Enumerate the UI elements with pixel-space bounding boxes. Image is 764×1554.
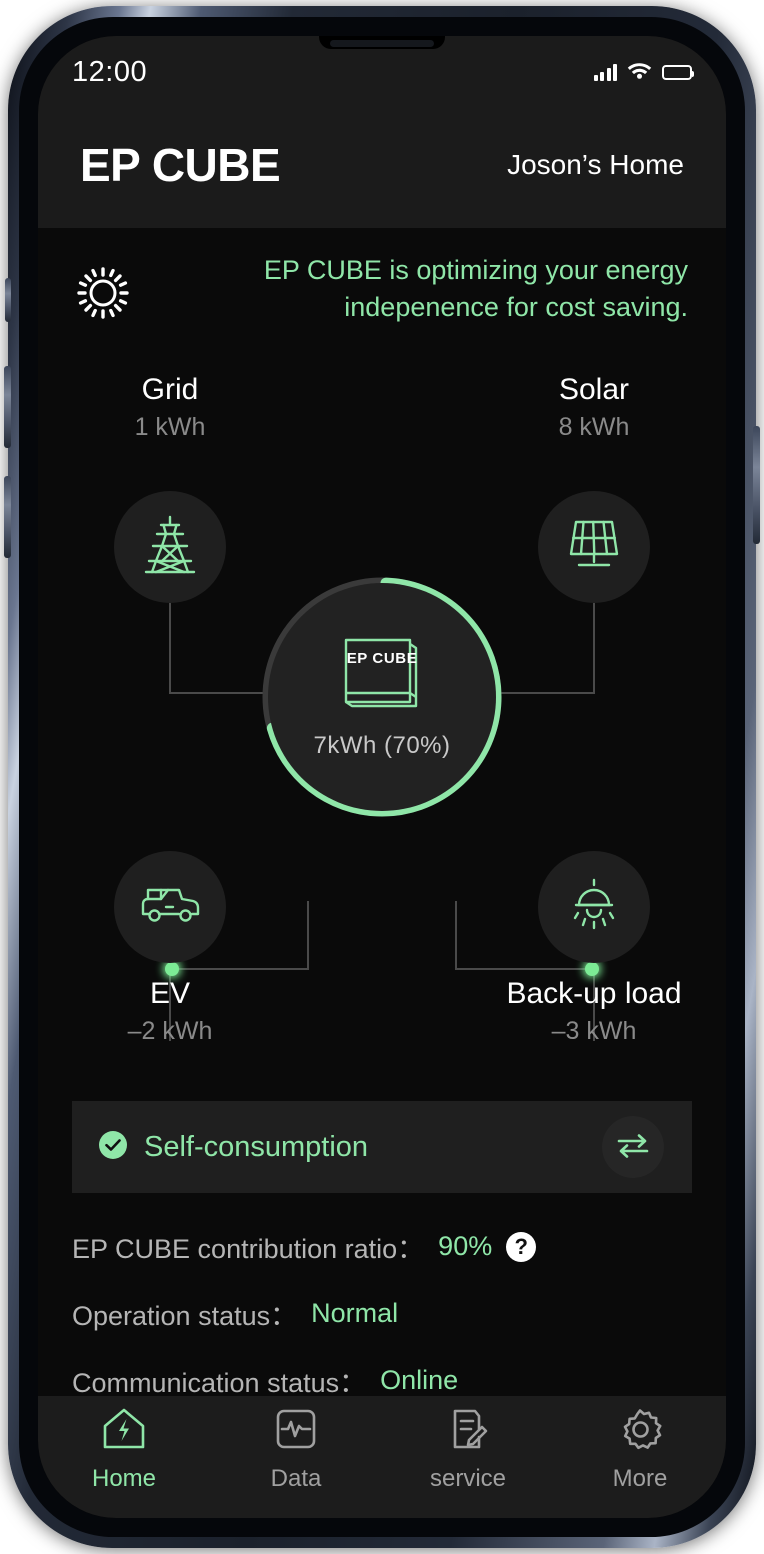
- node-title-solar: Solar: [558, 373, 630, 406]
- tab-label-service: service: [429, 1465, 507, 1492]
- flow-node-solar[interactable]: [538, 491, 650, 603]
- mode-bar-left: Self-consumption: [98, 1130, 368, 1165]
- tab-service[interactable]: service: [382, 1396, 554, 1518]
- volume-down-button[interactable]: [4, 476, 11, 558]
- tab-data[interactable]: Data: [210, 1396, 382, 1518]
- status-label-operation-status: Operation status：: [72, 1301, 298, 1331]
- node-title-grid: Grid: [141, 373, 199, 406]
- node-value-grid: 1 kWh: [134, 413, 206, 441]
- status-message-row: EP CUBE is optimizing your energy indepe…: [38, 228, 726, 329]
- energy-flow-diagram: Grid 1 kWh Solar 8 kWh EV –2 kWh Back-up…: [38, 341, 726, 1101]
- mute-switch-button[interactable]: [5, 278, 11, 322]
- app-header: EP CUBE Joson’s Home: [38, 102, 726, 228]
- bottom-tab-bar: Home Data service More: [38, 1396, 726, 1518]
- status-label-communication-status: Communication status：: [72, 1368, 367, 1396]
- node-label-solar: Solar 8 kWh: [474, 373, 714, 442]
- mode-switch-button[interactable]: [602, 1116, 664, 1178]
- home-name-selector[interactable]: Joson’s Home: [507, 149, 684, 181]
- battery-capacity-text: 7kWh (70%): [313, 732, 451, 759]
- node-value-solar: 8 kWh: [558, 413, 630, 441]
- pulse-chart-icon: [274, 1407, 318, 1456]
- tab-more[interactable]: More: [554, 1396, 726, 1518]
- status-bar-icons: [593, 54, 694, 84]
- document-edit-icon: [446, 1407, 490, 1456]
- earpiece-speaker: [330, 40, 434, 47]
- battery-inner-disc: EP CUBE 7kWh (70%): [268, 583, 496, 811]
- car-icon: [137, 882, 203, 933]
- node-title-ev: EV: [149, 977, 191, 1010]
- cube-brand-label: EP CUBE: [346, 650, 418, 667]
- lamp-icon: [565, 876, 623, 939]
- status-list: EP CUBE contribution ratio： 90% ? Operat…: [38, 1193, 726, 1396]
- node-value-backup-load: –3 kWh: [551, 1017, 637, 1045]
- volume-up-button[interactable]: [4, 366, 11, 448]
- swap-arrows-icon: [615, 1130, 651, 1165]
- cellular-signal-icon: [593, 63, 617, 81]
- brand-logo: EP CUBE: [80, 139, 281, 191]
- node-label-backup-load: Back-up load –3 kWh: [474, 977, 714, 1046]
- status-row-communication-status: Communication status： Online: [72, 1361, 692, 1396]
- solar-panel-icon: [564, 516, 624, 579]
- status-bar-time: 12:00: [72, 55, 148, 88]
- main-content: EP CUBE is optimizing your energy indepe…: [38, 228, 726, 1396]
- tab-label-more: More: [612, 1465, 668, 1492]
- phone-screen: 12:00 EP CUBE Joson’s Home EP CUBE is op…: [38, 36, 726, 1518]
- node-value-ev: –2 kWh: [127, 1017, 213, 1045]
- status-value-operation-status: Normal: [311, 1298, 399, 1328]
- status-message-text: EP CUBE is optimizing your energy indepe…: [263, 255, 688, 322]
- self-consumption-mode-bar[interactable]: Self-consumption: [72, 1101, 692, 1193]
- status-label-contribution-ratio: EP CUBE contribution ratio：: [72, 1234, 425, 1264]
- flow-node-grid[interactable]: [114, 491, 226, 603]
- gear-icon: [618, 1407, 662, 1456]
- battery-status-ring[interactable]: EP CUBE 7kWh (70%): [258, 573, 506, 821]
- help-circle-icon[interactable]: ?: [506, 1231, 537, 1262]
- node-title-backup-load: Back-up load: [506, 977, 682, 1010]
- phone-device-frame: 12:00 EP CUBE Joson’s Home EP CUBE is op…: [4, 6, 760, 1548]
- flow-node-backup-load[interactable]: [538, 851, 650, 963]
- check-circle-icon: [98, 1130, 128, 1165]
- battery-full-icon: [662, 64, 694, 80]
- node-label-ev: EV –2 kWh: [50, 977, 290, 1046]
- power-tower-icon: [141, 514, 199, 581]
- home-bolt-icon: [101, 1407, 147, 1456]
- tab-label-data: Data: [270, 1465, 322, 1492]
- tab-label-home: Home: [91, 1465, 157, 1492]
- status-row-contribution-ratio: EP CUBE contribution ratio： 90% ?: [72, 1227, 692, 1266]
- status-value-contribution-ratio: 90%: [438, 1231, 493, 1261]
- power-button[interactable]: [753, 426, 760, 544]
- mode-label: Self-consumption: [144, 1130, 369, 1163]
- status-row-operation-status: Operation status： Normal: [72, 1294, 692, 1333]
- node-label-grid: Grid 1 kWh: [50, 373, 290, 442]
- wifi-icon: [627, 60, 652, 84]
- tab-home[interactable]: Home: [38, 1396, 210, 1518]
- flow-node-ev[interactable]: [114, 851, 226, 963]
- sun-icon: [72, 262, 134, 329]
- battery-cube-icon: EP CUBE: [340, 634, 424, 718]
- status-value-communication-status: Online: [380, 1365, 459, 1395]
